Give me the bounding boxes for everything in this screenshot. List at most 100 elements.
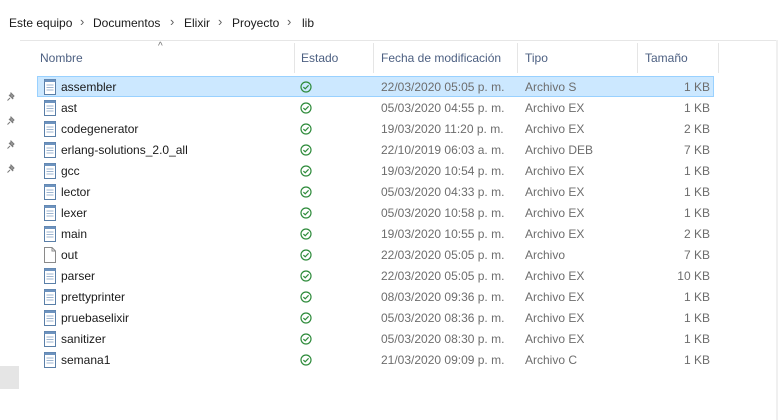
breadcrumb-item-documentos[interactable]: Documentos bbox=[93, 15, 160, 31]
column-header-estado[interactable]: Estado bbox=[301, 40, 338, 76]
breadcrumb: Este equipo › Documentos › Elixir › Proy… bbox=[0, 0, 778, 41]
file-name[interactable]: prettyprinter bbox=[61, 287, 125, 308]
column-divider[interactable] bbox=[517, 43, 518, 73]
pin-icon[interactable] bbox=[6, 164, 16, 174]
column-divider[interactable] bbox=[294, 43, 295, 73]
file-name[interactable]: pruebaselixir bbox=[61, 308, 129, 329]
synced-check-icon bbox=[300, 165, 312, 177]
file-row[interactable]: main 19/03/2020 10:55 p. m. Archivo EX 2 KB bbox=[37, 223, 714, 244]
synced-check-icon bbox=[300, 81, 312, 93]
file-type: Archivo EX bbox=[525, 185, 585, 199]
breadcrumb-item-este-equipo[interactable]: Este equipo bbox=[9, 15, 72, 31]
column-header-tamano[interactable]: Tamaño bbox=[645, 40, 688, 76]
file-size: 1 KB bbox=[683, 185, 710, 199]
file-size: 7 KB bbox=[683, 143, 710, 157]
synced-check-icon bbox=[300, 228, 312, 240]
file-row[interactable]: out 22/03/2020 05:05 p. m. Archivo 7 KB bbox=[37, 244, 714, 265]
breadcrumb-item-elixir[interactable]: Elixir bbox=[184, 15, 210, 31]
file-row[interactable]: sanitizer 05/03/2020 08:30 p. m. Archivo E… bbox=[37, 328, 714, 349]
file-type: Archivo EX bbox=[525, 290, 585, 304]
breadcrumb-chevron-icon[interactable]: › bbox=[170, 14, 174, 30]
file-type: Archivo EX bbox=[525, 122, 585, 136]
file-row[interactable]: gcc 19/03/2020 10:54 p. m. Archivo EX 1 KB bbox=[37, 160, 714, 181]
file-row[interactable]: semana1 21/03/2020 09:09 p. m. Archivo C 1 … bbox=[37, 349, 714, 370]
file-date: 22/10/2019 06:03 a. m. bbox=[381, 143, 505, 157]
file-size: 10 KB bbox=[677, 269, 710, 283]
column-header-tipo[interactable]: Tipo bbox=[525, 40, 548, 76]
file-date: 22/03/2020 05:05 p. m. bbox=[381, 269, 505, 283]
synced-check-icon bbox=[300, 312, 312, 324]
file-type: Archivo EX bbox=[525, 227, 585, 241]
file-name[interactable]: gcc bbox=[61, 161, 80, 182]
file-name[interactable]: erlang-solutions_2.0_all bbox=[61, 140, 188, 161]
file-type: Archivo bbox=[525, 248, 566, 262]
pin-icon[interactable] bbox=[6, 140, 16, 150]
text-document-icon bbox=[44, 289, 56, 305]
breadcrumb-item-proyecto[interactable]: Proyecto bbox=[232, 15, 279, 31]
file-type: Archivo EX bbox=[525, 164, 585, 178]
text-document-icon bbox=[44, 79, 56, 95]
file-date: 08/03/2020 09:36 p. m. bbox=[381, 290, 505, 304]
file-name[interactable]: parser bbox=[61, 266, 95, 287]
file-name[interactable]: lexer bbox=[61, 203, 87, 224]
text-document-icon bbox=[44, 268, 56, 284]
file-date: 22/03/2020 05:05 p. m. bbox=[381, 248, 505, 262]
text-document-icon bbox=[44, 142, 56, 158]
text-document-icon bbox=[44, 331, 56, 347]
file-type: Archivo DEB bbox=[525, 143, 594, 157]
column-divider[interactable] bbox=[373, 43, 374, 73]
pin-icon[interactable] bbox=[6, 92, 16, 102]
file-name[interactable]: ast bbox=[61, 98, 77, 119]
file-row[interactable]: assembler 22/03/2020 05:05 p. m. Archivo S… bbox=[37, 76, 714, 97]
column-divider[interactable] bbox=[718, 43, 719, 73]
file-row[interactable]: erlang-solutions_2.0_all 22/10/2019 06:03… bbox=[37, 139, 714, 160]
navigation-pane bbox=[0, 40, 20, 420]
file-name[interactable]: semana1 bbox=[61, 350, 110, 371]
file-row[interactable]: pruebaselixir 05/03/2020 08:36 p. m. Archi… bbox=[37, 307, 714, 328]
file-size: 2 KB bbox=[683, 122, 710, 136]
file-date: 05/03/2020 04:33 p. m. bbox=[381, 185, 505, 199]
file-size: 1 KB bbox=[683, 80, 710, 94]
synced-check-icon bbox=[300, 291, 312, 303]
column-header-nombre[interactable]: Nombre bbox=[40, 40, 83, 76]
file-row[interactable]: lexer 05/03/2020 10:58 p. m. Archivo EX 1 K… bbox=[37, 202, 714, 223]
column-header-fecha[interactable]: Fecha de modificación bbox=[381, 40, 501, 76]
file-row[interactable]: prettyprinter 08/03/2020 09:36 p. m. Archi… bbox=[37, 286, 714, 307]
file-type: Archivo EX bbox=[525, 332, 585, 346]
file-name[interactable]: sanitizer bbox=[61, 329, 106, 350]
file-date: 05/03/2020 08:36 p. m. bbox=[381, 311, 505, 325]
synced-check-icon bbox=[300, 333, 312, 345]
file-name[interactable]: out bbox=[61, 245, 78, 266]
file-date: 22/03/2020 05:05 p. m. bbox=[381, 80, 505, 94]
file-name[interactable]: codegenerator bbox=[61, 119, 138, 140]
file-row[interactable]: parser 22/03/2020 05:05 p. m. Archivo EX 10… bbox=[37, 265, 714, 286]
breadcrumb-chevron-icon[interactable]: › bbox=[287, 14, 291, 30]
synced-check-icon bbox=[300, 186, 312, 198]
file-name[interactable]: assembler bbox=[61, 77, 116, 98]
text-document-icon bbox=[44, 352, 56, 368]
file-row[interactable]: lector 05/03/2020 04:33 p. m. Archivo EX 1 … bbox=[37, 181, 714, 202]
file-name[interactable]: lector bbox=[61, 182, 90, 203]
breadcrumb-chevron-icon[interactable]: › bbox=[218, 14, 222, 30]
column-header-row: Nombre Estado Fecha de modificación Tipo… bbox=[0, 40, 778, 76]
breadcrumb-chevron-icon[interactable]: › bbox=[80, 14, 84, 30]
sort-ascending-icon: ^ bbox=[158, 41, 163, 52]
synced-check-icon bbox=[300, 207, 312, 219]
pin-icon[interactable] bbox=[6, 116, 16, 126]
file-size: 1 KB bbox=[683, 290, 710, 304]
synced-check-icon bbox=[300, 270, 312, 282]
navigation-pane-selection[interactable] bbox=[0, 366, 19, 389]
file-row[interactable]: ast 05/03/2020 04:55 p. m. Archivo EX 1 KB bbox=[37, 97, 714, 118]
text-document-icon bbox=[44, 310, 56, 326]
file-date: 19/03/2020 11:20 p. m. bbox=[381, 122, 504, 136]
file-size: 1 KB bbox=[683, 332, 710, 346]
file-row[interactable]: codegenerator 19/03/2020 11:20 p. m. Archi… bbox=[37, 118, 714, 139]
file-name[interactable]: main bbox=[61, 224, 87, 245]
file-date: 19/03/2020 10:55 p. m. bbox=[381, 227, 505, 241]
column-divider[interactable] bbox=[637, 43, 638, 73]
file-type: Archivo EX bbox=[525, 206, 585, 220]
file-type: Archivo EX bbox=[525, 311, 585, 325]
breadcrumb-item-lib[interactable]: lib bbox=[302, 15, 314, 31]
blank-file-icon bbox=[44, 247, 56, 263]
file-type: Archivo C bbox=[525, 353, 578, 367]
